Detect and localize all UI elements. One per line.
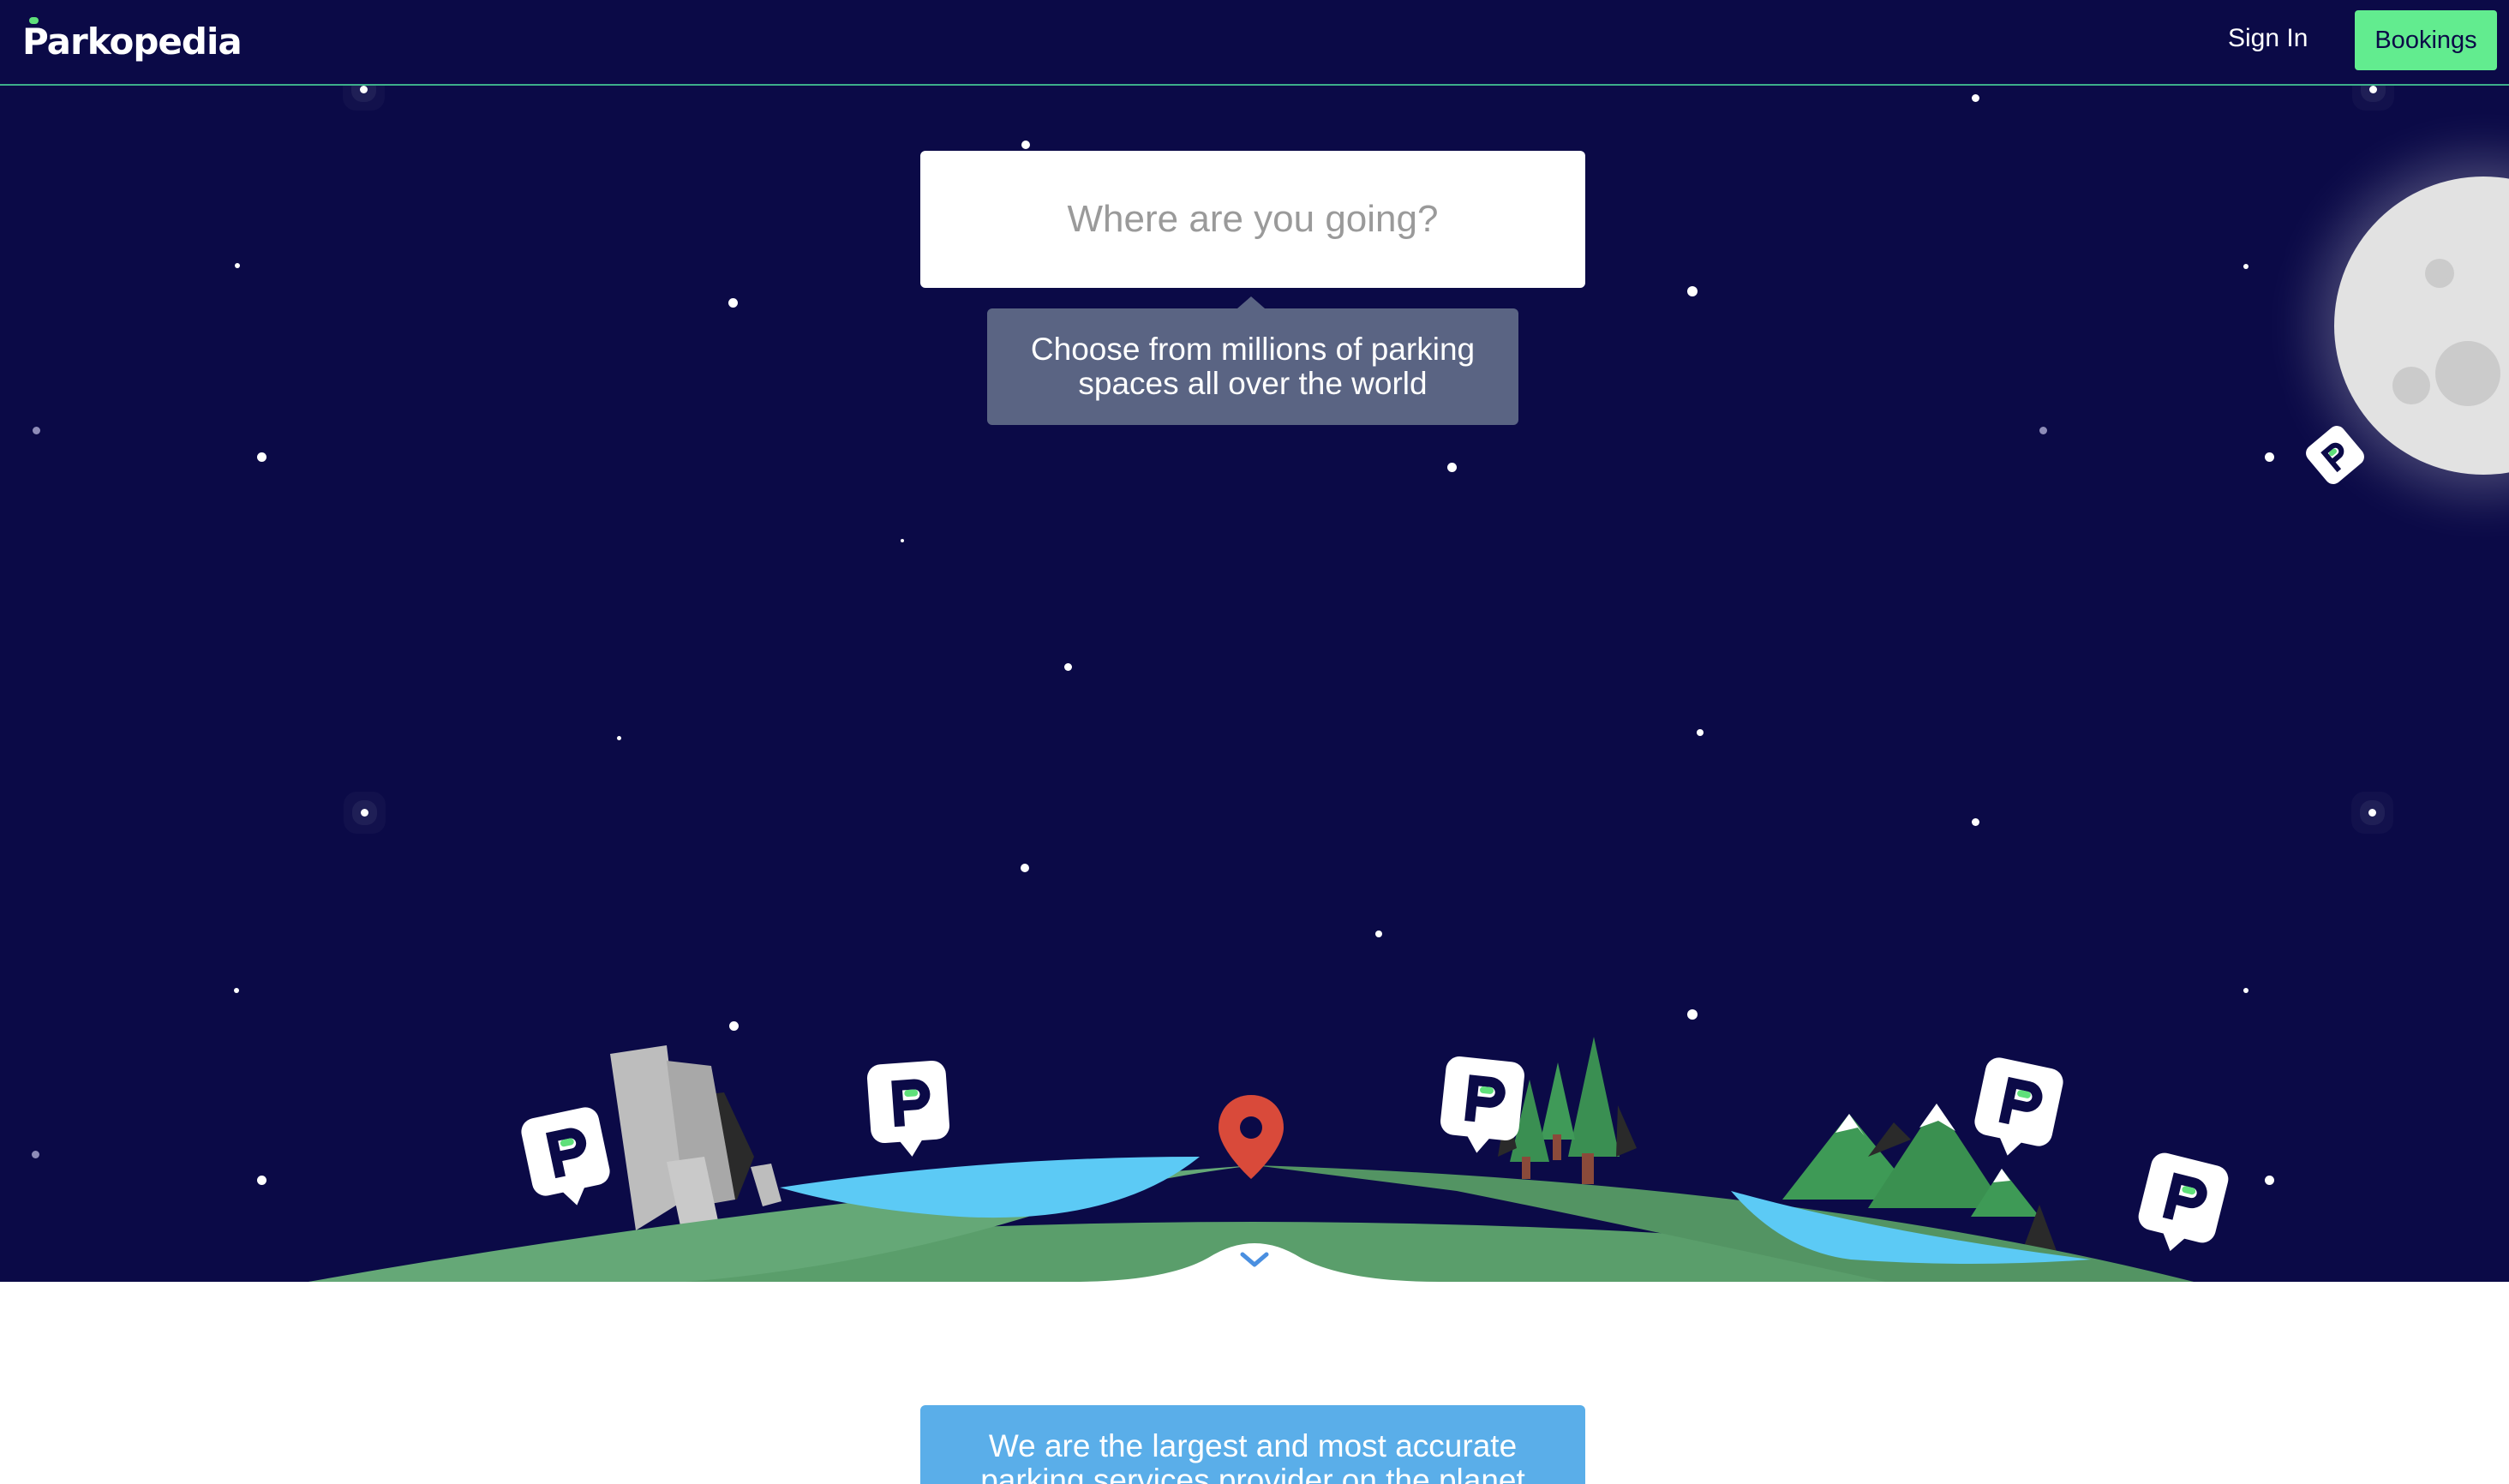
star [1021, 141, 1030, 149]
moon-crater [2392, 367, 2430, 404]
parkopedia-logo[interactable]: Parkopedia [22, 17, 243, 65]
orbiting-parking-marker-icon [2306, 426, 2364, 484]
moon-crater [2435, 274, 2447, 286]
search-tooltip-text: Choose from millions of parking spaces a… [1030, 332, 1476, 401]
star [360, 86, 368, 93]
parking-marker-icon [521, 1107, 610, 1206]
parking-marker-icon [1440, 1056, 1524, 1153]
star [617, 736, 621, 740]
tooltip-arrow [1237, 296, 1265, 308]
star [901, 539, 904, 542]
star [33, 427, 40, 434]
star [728, 298, 738, 308]
parking-marker-icon [2138, 1152, 2229, 1252]
logo-text: Parkopedia [22, 20, 243, 63]
star [1447, 463, 1457, 472]
star [1375, 930, 1382, 937]
search-tooltip: Choose from millions of parking spaces a… [987, 308, 1518, 425]
star [1972, 94, 1979, 102]
sign-in-link[interactable]: Sign In [2228, 19, 2308, 58]
chevron-down-icon[interactable] [1237, 1248, 1272, 1272]
star [1021, 864, 1029, 872]
parking-marker-icon [866, 1060, 950, 1157]
star [1064, 663, 1072, 671]
star [1972, 818, 1979, 826]
location-pin-icon [1219, 1095, 1284, 1179]
star [2243, 988, 2249, 993]
bookings-button[interactable]: Bookings [2355, 10, 2497, 70]
star [361, 809, 368, 817]
star [2039, 427, 2047, 434]
info-banner-text: We are the largest and most accurate par… [980, 1428, 1525, 1484]
star [1697, 729, 1704, 736]
destination-search-input[interactable] [920, 151, 1585, 288]
parking-marker-icon [1974, 1057, 2063, 1156]
star [1687, 286, 1698, 296]
top-navigation-bar: Parkopedia Sign In Bookings [0, 0, 2509, 86]
bookings-button-label: Bookings [2374, 26, 2477, 54]
moon-crater [2435, 341, 2500, 406]
star [2368, 809, 2376, 817]
star [2243, 264, 2249, 269]
info-banner: We are the largest and most accurate par… [920, 1405, 1585, 1484]
logo-accent-dot [29, 17, 39, 24]
star [235, 263, 240, 268]
hero-section: Choose from millions of parking spaces a… [0, 0, 2509, 1282]
star [257, 452, 266, 462]
star [234, 988, 239, 993]
star [2369, 86, 2377, 93]
star [2265, 452, 2274, 462]
